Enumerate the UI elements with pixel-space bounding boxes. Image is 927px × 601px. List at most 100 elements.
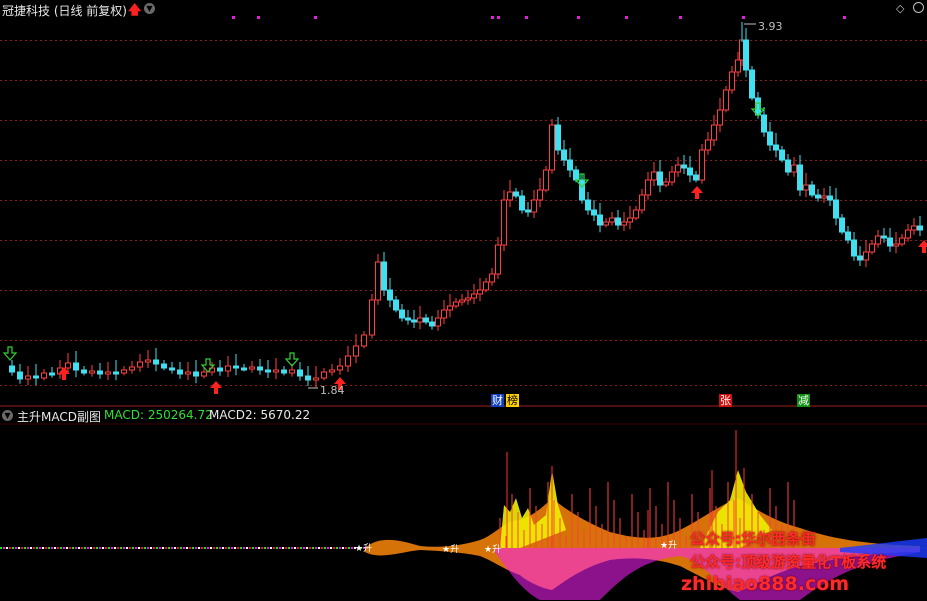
candle-body xyxy=(555,124,561,151)
zero-dot xyxy=(36,547,38,549)
zero-dot xyxy=(336,547,338,549)
candle-body xyxy=(645,179,651,196)
zero-dot xyxy=(30,547,32,549)
candle-body xyxy=(591,209,597,216)
macd-value: MACD: 250264.72 xyxy=(104,408,213,422)
chevron-down-icon[interactable]: ▼ xyxy=(2,410,13,421)
candle-body xyxy=(767,131,773,146)
candle-body xyxy=(369,299,375,336)
zero-dot xyxy=(183,547,185,549)
event-tag-limit-up[interactable]: 张 xyxy=(719,394,732,407)
candle-body xyxy=(129,366,135,371)
buy-arrow-icon xyxy=(210,381,222,394)
zero-dot xyxy=(63,547,65,549)
candle-body xyxy=(483,281,489,291)
diamond-icon[interactable]: ◇ xyxy=(896,2,904,15)
zero-dot xyxy=(129,547,131,549)
zero-dot xyxy=(318,547,320,549)
zero-dot xyxy=(24,547,26,549)
candle-body xyxy=(177,369,183,375)
zero-dot xyxy=(144,547,146,549)
zero-dot xyxy=(9,547,11,549)
candle-body xyxy=(887,237,893,247)
candle-body xyxy=(281,369,287,374)
subchart-name[interactable]: 主升MACD副图 xyxy=(17,408,101,425)
zero-dot xyxy=(27,547,29,549)
candle-body xyxy=(257,366,263,371)
zero-dot xyxy=(264,547,266,549)
candle-body xyxy=(361,334,367,347)
candle-body xyxy=(803,184,809,191)
zero-dot xyxy=(261,547,263,549)
zero-dot xyxy=(342,547,344,549)
candle-body xyxy=(863,251,869,261)
zero-dot xyxy=(300,547,302,549)
zero-dot xyxy=(177,547,179,549)
chevron-down-icon[interactable]: ▼ xyxy=(144,3,155,14)
candle-body xyxy=(411,319,417,323)
candle-body xyxy=(905,229,911,239)
candle-body xyxy=(821,195,827,199)
candle-body xyxy=(699,149,705,181)
zero-dot xyxy=(195,547,197,549)
zero-dot xyxy=(66,547,68,549)
candle-body xyxy=(441,309,447,319)
zero-dot xyxy=(192,547,194,549)
candle-body xyxy=(609,217,615,223)
zero-dot xyxy=(42,547,44,549)
candle-body xyxy=(399,309,405,319)
candle-body xyxy=(657,171,663,186)
candle-body xyxy=(89,370,95,374)
zero-dot xyxy=(171,547,173,549)
candle-body xyxy=(313,377,319,381)
red-up-arrow-icon: 🡅 xyxy=(128,3,142,18)
candle-body xyxy=(169,367,175,371)
candle-body xyxy=(81,369,87,374)
zero-dot xyxy=(78,547,80,549)
candle-body xyxy=(465,297,471,301)
candle-body xyxy=(675,164,681,173)
zero-dot xyxy=(327,547,329,549)
candle-body xyxy=(743,39,749,71)
candle-body xyxy=(435,317,441,327)
chart-canvas[interactable]: ★升 ★升 ★升 ★升 xyxy=(0,0,927,601)
candle-body xyxy=(9,365,15,373)
candle-body xyxy=(717,109,723,126)
candle-body xyxy=(321,371,327,379)
candle-body xyxy=(549,124,555,171)
zero-dot xyxy=(201,547,203,549)
candle-body xyxy=(201,371,207,377)
candle-body xyxy=(917,225,923,231)
zero-dot xyxy=(246,547,248,549)
top-marker xyxy=(491,16,494,19)
zero-dot xyxy=(72,547,74,549)
candle-body xyxy=(225,365,231,372)
circle-icon[interactable] xyxy=(913,2,924,13)
zero-dot xyxy=(315,547,317,549)
zero-dot xyxy=(84,547,86,549)
zero-dot xyxy=(222,547,224,549)
event-tag-list[interactable]: 榜 xyxy=(506,394,519,407)
zero-dot xyxy=(108,547,110,549)
zero-dot xyxy=(198,547,200,549)
candle-body xyxy=(273,369,279,373)
macd2-value: MACD2: 5670.22 xyxy=(209,408,311,422)
zero-dot xyxy=(21,547,23,549)
candle-body xyxy=(639,194,645,211)
low-price-label: 1.84 xyxy=(320,384,345,397)
event-tag-finance[interactable]: 财 xyxy=(491,394,504,407)
zero-dot xyxy=(348,547,350,549)
zero-dot xyxy=(267,547,269,549)
high-price-label: 3.93 xyxy=(758,20,783,33)
event-tag-reduce[interactable]: 减 xyxy=(797,394,810,407)
candle-body xyxy=(815,194,821,199)
zero-dot xyxy=(132,547,134,549)
candle-body xyxy=(687,167,693,176)
zero-dot xyxy=(135,547,137,549)
top-markers xyxy=(232,16,846,19)
candle-body xyxy=(681,164,687,169)
top-marker xyxy=(497,16,500,19)
candle-body xyxy=(579,179,585,201)
zero-dot xyxy=(291,547,293,549)
zero-dot xyxy=(285,547,287,549)
